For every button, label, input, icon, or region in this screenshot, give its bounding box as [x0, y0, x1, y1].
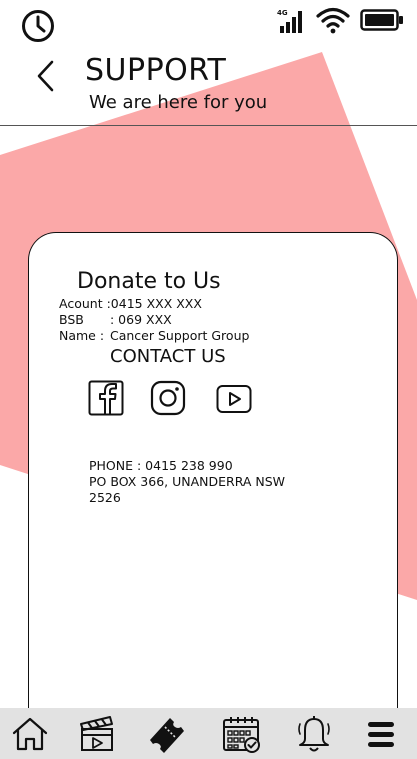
- address-line-2: 2526: [89, 490, 121, 505]
- ticket-icon[interactable]: [146, 714, 186, 754]
- address-line-1: PO BOX 366, UNANDERRA NSW: [89, 474, 286, 489]
- home-icon[interactable]: [10, 714, 50, 754]
- back-button[interactable]: [30, 58, 60, 94]
- instagram-icon[interactable]: [150, 380, 186, 416]
- calendar-icon[interactable]: [221, 714, 261, 754]
- contact-title: CONTACT US: [110, 346, 226, 367]
- name-row: Name : Cancer Support Group: [59, 328, 249, 344]
- account-label: Acount :: [59, 296, 111, 311]
- phone-text: PHONE : 0415 238 990: [89, 458, 233, 473]
- header-divider: [0, 125, 417, 126]
- chevron-left-icon: [37, 60, 54, 92]
- name-label: Name :: [59, 328, 105, 343]
- bsb-label: BSB: [59, 312, 84, 327]
- status-bar: 4G: [0, 0, 417, 46]
- bell-icon[interactable]: [294, 714, 334, 754]
- bottom-navigation: [0, 708, 417, 759]
- name-value: Cancer Support Group: [110, 328, 250, 343]
- clapperboard-icon[interactable]: [77, 714, 117, 754]
- menu-icon[interactable]: [361, 714, 401, 754]
- bsb-row: BSB : 069 XXX: [59, 312, 172, 328]
- clock-icon: [22, 10, 54, 42]
- account-row: Acount : 0415 XXX XXX: [59, 296, 202, 312]
- account-value: 0415 XXX XXX: [110, 296, 202, 311]
- facebook-icon[interactable]: [88, 380, 124, 416]
- donate-title: Donate to Us: [77, 269, 221, 294]
- bsb-value: : 069 XXX: [110, 312, 172, 327]
- page-header: SUPPORT We are here for you: [0, 46, 417, 126]
- battery-icon: [360, 9, 403, 31]
- support-card: Donate to Us Acount : 0415 XXX XXX BSB : …: [28, 232, 398, 732]
- wifi-icon: [316, 7, 350, 34]
- page-title: SUPPORT: [85, 53, 227, 88]
- signal-icon: 4G: [277, 9, 302, 33]
- page-subtitle: We are here for you: [89, 92, 268, 113]
- network-type-label: 4G: [277, 9, 288, 17]
- youtube-icon[interactable]: [216, 384, 252, 414]
